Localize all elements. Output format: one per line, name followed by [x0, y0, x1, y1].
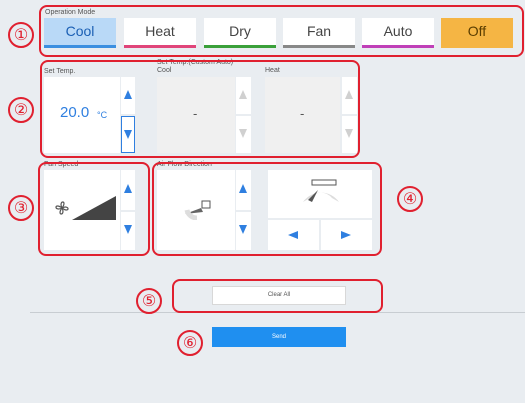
callout-box-3 [38, 162, 150, 256]
callout-number-5: ⑤ [136, 288, 162, 314]
callout-number-1: ① [8, 22, 34, 48]
callout-number-4: ④ [397, 186, 423, 212]
callout-number-3: ③ [8, 195, 34, 221]
callout-box-2 [40, 60, 360, 158]
callout-box-4 [152, 162, 382, 256]
callout-number-2: ② [8, 97, 34, 123]
send-button[interactable]: Send [212, 327, 346, 347]
callout-number-6: ⑥ [177, 330, 203, 356]
callout-box-5 [172, 279, 383, 313]
callout-box-1 [39, 5, 524, 57]
